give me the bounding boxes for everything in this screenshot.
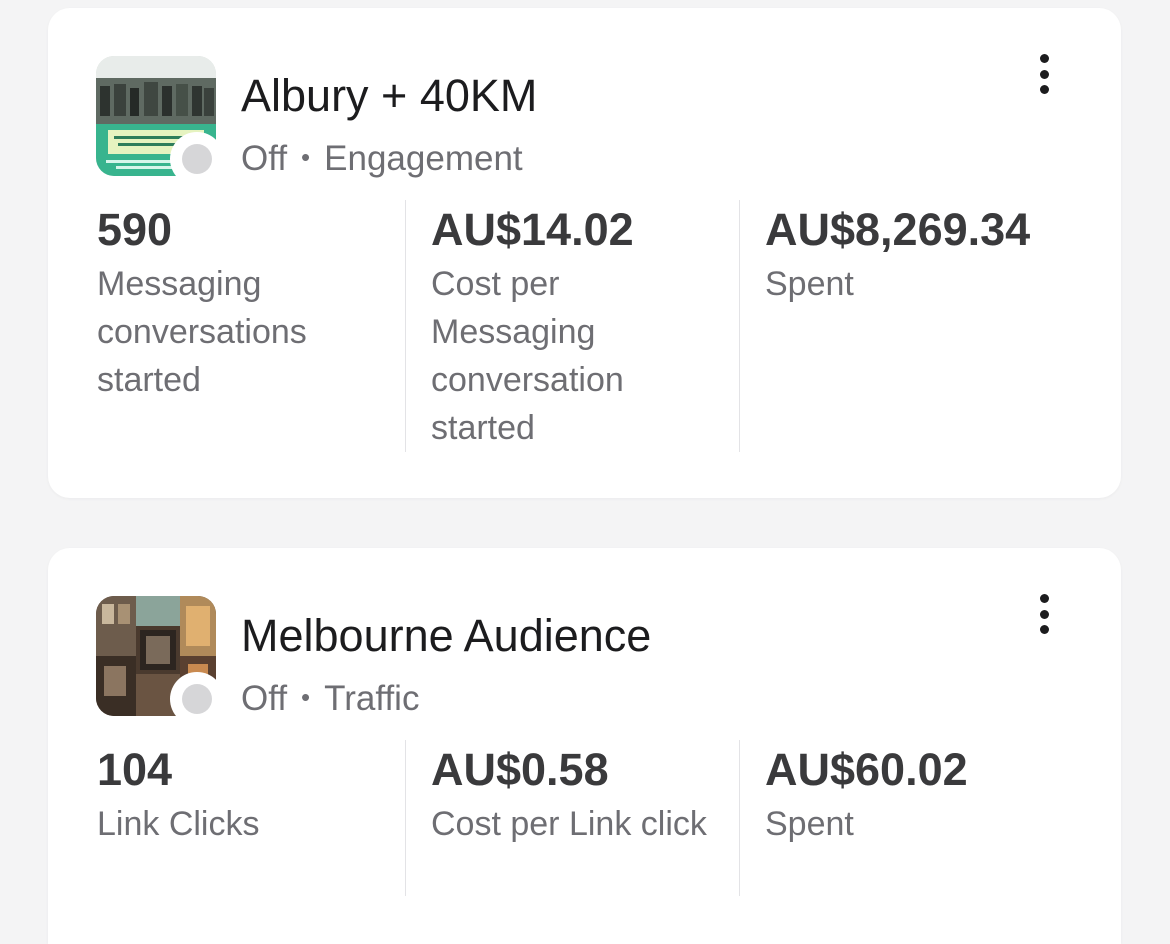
metric-label: Spent — [765, 805, 854, 843]
metric-value: AU$8,269.34 — [765, 204, 1031, 255]
metric-cost-per-result: AU$0.58 Cost per Link click — [431, 740, 731, 848]
campaign-title[interactable]: Melbourne Audience — [241, 610, 651, 662]
status-indicator — [170, 132, 224, 186]
status-indicator — [170, 672, 224, 726]
metric-spent: AU$60.02 Spent — [765, 740, 1065, 848]
campaign-title[interactable]: Albury + 40KM — [241, 70, 537, 122]
status-text: Off — [241, 679, 288, 718]
metric-value: AU$60.02 — [765, 744, 968, 795]
metric-label: Cost per Messaging conversation started — [431, 265, 624, 447]
separator: • — [301, 682, 311, 712]
metric-results: 590 Messaging conversations started — [97, 200, 397, 404]
metric-label: Spent — [765, 265, 854, 303]
more-vertical-icon[interactable] — [1028, 592, 1060, 636]
divider — [739, 200, 740, 452]
metric-label: Link Clicks — [97, 805, 260, 843]
metric-spent: AU$8,269.34 Spent — [765, 200, 1065, 308]
metric-value: 590 — [97, 204, 173, 255]
more-vertical-icon[interactable] — [1028, 52, 1060, 96]
objective-text: Traffic — [324, 679, 420, 718]
separator: • — [301, 142, 311, 172]
campaign-card[interactable]: Melbourne Audience Off • Traffic 104 Link … — [48, 548, 1121, 944]
status-dot-icon — [182, 144, 212, 174]
campaign-card[interactable]: Albury + 40KM Off • Engagement 590 Messagi… — [48, 8, 1121, 498]
status-dot-icon — [182, 684, 212, 714]
metric-cost-per-result: AU$14.02 Cost per Messaging conversation… — [431, 200, 731, 452]
objective-text: Engagement — [324, 139, 523, 178]
campaign-subtitle: Off • Engagement — [241, 137, 523, 179]
metric-value: AU$0.58 — [431, 744, 609, 795]
metric-value: 104 — [97, 744, 173, 795]
divider — [739, 740, 740, 896]
status-text: Off — [241, 139, 288, 178]
divider — [405, 740, 406, 896]
metric-results: 104 Link Clicks — [97, 740, 397, 848]
metric-label: Messaging conversations started — [97, 265, 307, 399]
metric-value: AU$14.02 — [431, 204, 634, 255]
campaign-subtitle: Off • Traffic — [241, 677, 419, 719]
divider — [405, 200, 406, 452]
metric-label: Cost per Link click — [431, 805, 707, 843]
